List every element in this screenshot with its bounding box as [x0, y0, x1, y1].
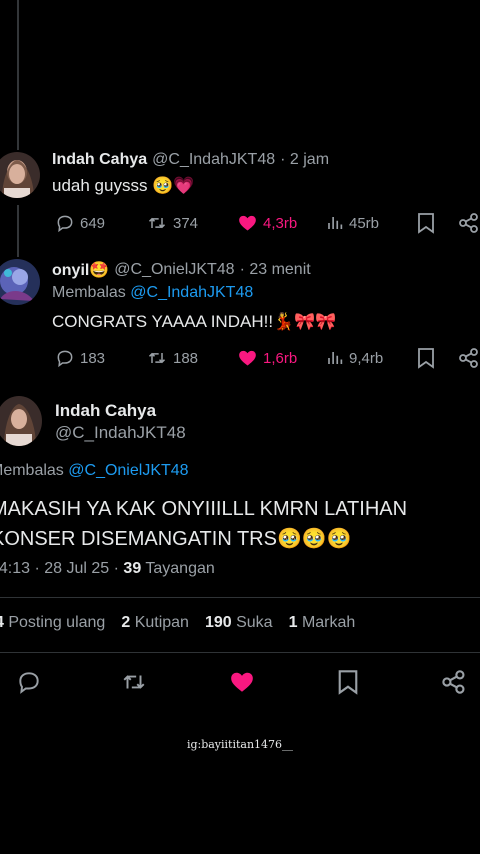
name-emoji: 🤩: [89, 262, 110, 279]
main-text-line1: MAKASIH YA KAK ONYIIILLL KMRN LATIHAN: [0, 498, 408, 520]
quotes-count: 2: [121, 614, 131, 631]
share-icon[interactable]: [458, 347, 480, 374]
likes-count: 190: [204, 614, 232, 631]
reply-context: Membalas @C_IndahJKT48: [52, 284, 253, 302]
reply-count: 649: [80, 214, 106, 232]
author-name[interactable]: onyil🤩: [52, 260, 109, 280]
author-name-text: onyil: [52, 262, 90, 279]
reply-to-link[interactable]: @C_OnielJKT48: [68, 462, 188, 479]
views-label: Tayangan: [145, 560, 215, 577]
author-handle[interactable]: @C_IndahJKT48: [152, 151, 275, 169]
retweet-count: 188: [173, 349, 199, 367]
heart-icon: [239, 350, 256, 366]
views-icon: [328, 217, 343, 229]
engagement-row: 4 Posting ulang 2 Kutipan 190 Suka 1 Mar…: [0, 614, 355, 632]
reposts-link[interactable]: 4 Posting ulang: [0, 614, 105, 632]
views-stat[interactable]: 45rb: [326, 213, 379, 233]
views-number: 39: [123, 560, 142, 577]
share-icon[interactable]: [458, 212, 480, 239]
bookmark-button[interactable]: [337, 669, 359, 700]
bookmark-icon[interactable]: [417, 347, 435, 374]
heart-icon: [239, 215, 256, 231]
emoji: 🥹💗: [152, 176, 195, 195]
bookmarks-label: Markah: [301, 614, 356, 631]
reposts-count: 4: [0, 614, 4, 631]
reply-icon: [57, 350, 73, 368]
bookmark-icon[interactable]: [417, 212, 435, 239]
views-icon: [328, 352, 343, 364]
post-time[interactable]: · 23 menit: [240, 261, 311, 279]
reply-button[interactable]: [16, 669, 42, 700]
like-stat[interactable]: 1,6rb: [237, 348, 297, 368]
reply-stat[interactable]: 183: [55, 348, 105, 368]
tweet2-header: onyil🤩 @C_OnielJKT48 · 23 menit: [52, 260, 311, 280]
reply-prefix: Membalas: [0, 462, 64, 479]
reply-to-link[interactable]: @C_IndahJKT48: [130, 284, 253, 301]
avatar[interactable]: [0, 396, 42, 446]
avatar[interactable]: [0, 259, 40, 305]
main-author-handle[interactable]: @C_IndahJKT48: [55, 423, 186, 443]
retweet-icon: [123, 675, 145, 689]
heart-icon: [231, 672, 253, 692]
main-author-name[interactable]: Indah Cahya: [55, 401, 156, 421]
divider: [0, 652, 480, 653]
like-count: 4,3rb: [263, 214, 298, 232]
bookmark-icon: [338, 670, 358, 695]
post-time[interactable]: · 2 jam: [280, 151, 329, 169]
quotes-link[interactable]: 2 Kutipan: [121, 614, 189, 632]
watermark: ig:bayiititan1476__: [186, 738, 294, 751]
main-tweet-text: MAKASIH YA KAK ONYIIILLL KMRN LATIHAN KO…: [0, 494, 407, 554]
main-text-line2: KONSER DISEMANGATIN TRS: [0, 528, 277, 550]
views-stat[interactable]: 9,4rb: [326, 348, 383, 368]
like-button[interactable]: [229, 669, 255, 700]
reply-prefix: Membalas: [52, 284, 126, 301]
main-reply-context: Membalas @C_OnielJKT48: [0, 462, 189, 480]
reply-stat[interactable]: 649: [55, 213, 105, 233]
like-stat[interactable]: 4,3rb: [237, 213, 297, 233]
tweet1-text: udah guysss 🥹💗: [52, 176, 195, 196]
avatar[interactable]: [0, 152, 40, 198]
bookmarks-count: 1: [288, 614, 298, 631]
tweet2-text: CONGRATS YAAAA INDAH!!💃🎀🎀: [52, 312, 337, 332]
retweet-button[interactable]: [120, 669, 148, 700]
author-name[interactable]: Indah Cahya: [52, 151, 147, 169]
share-icon: [442, 670, 465, 694]
bookmarks-link[interactable]: 1 Markah: [289, 614, 356, 632]
emoji: 🥹🥹🥹: [276, 528, 352, 550]
retweet-count: 374: [173, 214, 199, 232]
retweet-icon: [148, 352, 166, 364]
thread-line-1: [17, 205, 19, 257]
reply-icon: [19, 672, 39, 694]
reply-count: 183: [80, 349, 106, 367]
likes-link[interactable]: 190 Suka: [205, 614, 273, 632]
emoji: 💃🎀🎀: [273, 312, 337, 331]
reposts-label: Posting ulang: [8, 614, 106, 631]
divider: [0, 597, 480, 598]
quotes-label: Kutipan: [134, 614, 189, 631]
timestamp[interactable]: 14:13 · 28 Jul 25 ·: [0, 560, 119, 577]
tweet1-header: Indah Cahya @C_IndahJKT48 · 2 jam: [52, 151, 329, 169]
thread-line-top: [17, 0, 19, 150]
like-count: 1,6rb: [263, 349, 298, 367]
retweet-stat[interactable]: 188: [146, 348, 198, 368]
retweet-icon: [148, 217, 166, 229]
tweet-text: CONGRATS YAAAA INDAH!!: [52, 312, 274, 331]
retweet-stat[interactable]: 374: [146, 213, 198, 233]
views-count: 9,4rb: [349, 349, 384, 367]
reply-icon: [57, 215, 73, 233]
likes-label: Suka: [236, 614, 273, 631]
main-timestamp-row: 14:13 · 28 Jul 25 · 39 Tayangan: [0, 560, 215, 578]
share-button[interactable]: [441, 669, 467, 700]
author-handle[interactable]: @C_OnielJKT48: [114, 261, 234, 279]
views-count: 45rb: [349, 214, 380, 232]
tweet-text: udah guysss: [52, 176, 148, 195]
